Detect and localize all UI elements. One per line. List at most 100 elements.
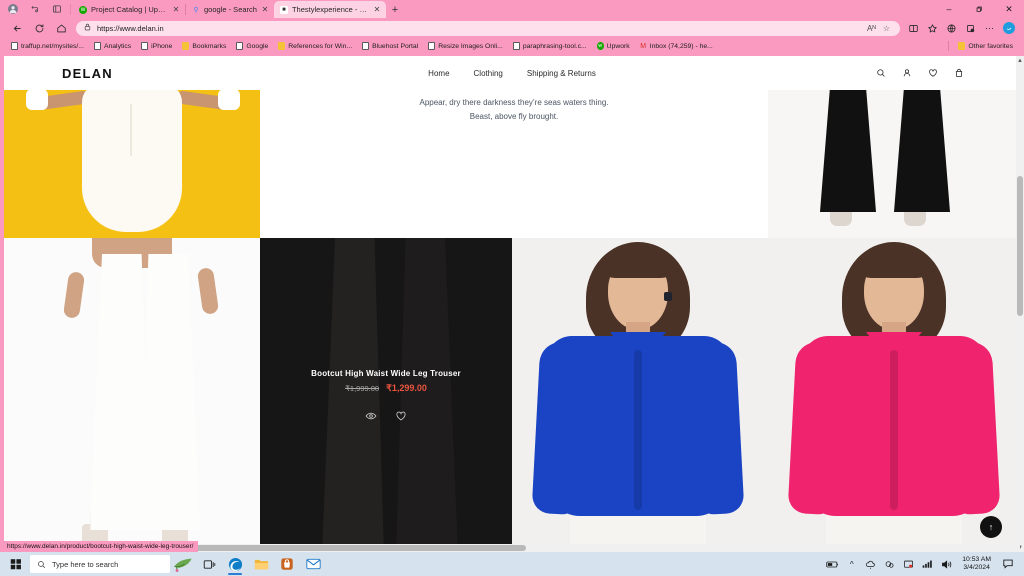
extensions-icon[interactable] (961, 20, 980, 37)
bookmark-iphone[interactable]: iPhone (136, 42, 177, 50)
price-original: ₹1,999.00 (345, 383, 380, 393)
eye-icon[interactable] (365, 410, 377, 422)
cloud-sync-icon[interactable] (883, 557, 896, 571)
store-icon[interactable] (274, 552, 300, 576)
edge-icon[interactable] (222, 552, 248, 576)
browser-essentials-icon[interactable] (942, 20, 961, 37)
maximize-button[interactable] (966, 0, 992, 18)
tab-strip: w Project Catalog | Upwork ✕ ⚲ google - … (0, 0, 1024, 18)
network-icon[interactable] (921, 557, 934, 571)
vertical-scrollbar-thumb[interactable] (1017, 176, 1023, 316)
blouse-button-placket (890, 350, 898, 510)
bookmark-inbox-gmail[interactable]: M Inbox (74,259) - he... (635, 42, 718, 50)
nav-item-shipping-returns[interactable]: Shipping & Returns (527, 69, 596, 78)
product-card-bootcut-trouser[interactable]: Bootcut High Waist Wide Leg Trouser ₹1,9… (260, 238, 512, 552)
close-button[interactable]: ✕ (996, 0, 1022, 18)
mail-icon[interactable] (300, 552, 326, 576)
trouser-leg-right (140, 254, 200, 530)
navigation-toolbar: https://www.delan.in Aᴺ ☆ ⋯ (0, 18, 1024, 38)
model-hair-front (860, 248, 928, 278)
new-tab-button[interactable]: + (386, 1, 404, 18)
product-hover-overlay: Bootcut High Waist Wide Leg Trouser ₹1,9… (260, 238, 512, 552)
url-text[interactable]: https://www.delan.in (97, 24, 861, 33)
bookmark-other-favorites[interactable]: Other favorites (953, 42, 1018, 50)
window-controls: – ✕ (934, 0, 1024, 18)
search-icon: ⚲ (193, 6, 199, 14)
grid-image-white-trousers[interactable] (4, 238, 260, 552)
battery-charging-icon[interactable] (826, 557, 839, 571)
bookmark-paraphrasing-tool[interactable]: paraphrasing-tool.c... (508, 42, 592, 50)
scroll-up-arrow-icon[interactable]: ▲ (1016, 56, 1024, 65)
grid-image-black-trousers[interactable] (768, 90, 1020, 238)
task-view-icon[interactable] (196, 552, 222, 576)
search-icon[interactable] (875, 68, 886, 79)
trouser-leg-left (820, 90, 876, 212)
profile-avatar-icon[interactable] (2, 0, 24, 18)
nav-item-home[interactable]: Home (428, 69, 449, 78)
home-icon[interactable] (50, 20, 72, 37)
bookmark-references-folder[interactable]: References for Win... (273, 42, 357, 50)
bookmark-label: Resize Images Onli... (438, 42, 503, 50)
collections-icon[interactable] (923, 20, 942, 37)
grid-image-yellow-dress[interactable] (4, 90, 260, 238)
tab-actions-icon[interactable] (46, 0, 68, 18)
taskbar-search-box[interactable]: Type here to search (30, 555, 170, 573)
tab-thestylexperience-delan[interactable]: ■ Thestylexperience - Delan ✕ (273, 1, 386, 18)
tab-project-catalog[interactable]: w Project Catalog | Upwork ✕ (73, 1, 185, 18)
shoe-right (904, 210, 926, 226)
bookmark-label: Upwork (606, 42, 630, 50)
site-logo[interactable]: DELAN (62, 66, 113, 81)
back-icon[interactable] (6, 20, 28, 37)
price-sale: ₹1,299.00 (386, 382, 427, 393)
page-vertical-scrollbar[interactable]: ▲ ▼ (1016, 56, 1024, 552)
workspaces-icon[interactable] (24, 0, 46, 18)
show-hidden-icons-chevron[interactable]: ^ (845, 557, 858, 571)
grid-blurb-panel: Appear, dry there darkness they’re seas … (260, 90, 768, 238)
product-title[interactable]: Bootcut High Waist Wide Leg Trouser (311, 369, 461, 378)
settings-more-icon[interactable]: ⋯ (980, 20, 999, 37)
address-bar[interactable]: https://www.delan.in Aᴺ ☆ (76, 20, 900, 36)
display-icon[interactable] (902, 557, 915, 571)
cart-bag-icon[interactable] (953, 68, 964, 79)
bookmark-label: References for Win... (288, 42, 353, 50)
copilot-icon[interactable] (999, 20, 1018, 37)
clock-date: 3/4/2024 (963, 564, 990, 571)
tab-google-search[interactable]: ⚲ google - Search ✕ (186, 1, 274, 18)
split-screen-icon[interactable] (904, 20, 923, 37)
bookmark-label: Analytics (103, 42, 132, 50)
volume-icon[interactable] (940, 557, 953, 571)
page-viewport: DELAN Home Clothing Shipping & Returns A… (4, 56, 1020, 552)
scroll-to-top-button[interactable]: ↑ (980, 516, 1002, 538)
cortana-mascot-icon (170, 552, 196, 576)
tab-close-icon[interactable]: ✕ (172, 5, 180, 14)
refresh-icon[interactable] (28, 20, 50, 37)
product-grid: Appear, dry there darkness they’re seas … (4, 90, 1020, 552)
tab-close-icon[interactable]: ✕ (373, 5, 381, 14)
bookmark-google[interactable]: Google (231, 42, 273, 50)
file-explorer-icon[interactable] (248, 552, 274, 576)
bookmark-traffup[interactable]: traffup.net/mysites/... (6, 42, 89, 50)
bookmark-label: Bookmarks (192, 42, 227, 50)
grid-image-blue-blouse[interactable] (512, 238, 768, 552)
bookmark-upwork[interactable]: w Upwork (592, 42, 635, 50)
read-aloud-icon[interactable]: Aᴺ (867, 24, 876, 33)
trouser-leg-right (894, 90, 950, 212)
tab-close-icon[interactable]: ✕ (261, 5, 269, 14)
minimize-button[interactable]: – (936, 0, 962, 18)
notifications-icon[interactable] (1000, 556, 1016, 572)
bookmark-bluehost-portal[interactable]: Bluehost Portal (357, 42, 423, 50)
add-favorite-star-icon[interactable]: ☆ (883, 24, 890, 33)
account-icon[interactable] (901, 68, 912, 79)
nav-item-clothing[interactable]: Clothing (474, 69, 503, 78)
bookmark-label: Google (246, 42, 269, 50)
omnibox-icons: Aᴺ ☆ (867, 24, 892, 33)
taskbar-clock[interactable]: 10:53 AM 3/4/2024 (959, 556, 994, 573)
heart-icon[interactable] (395, 410, 407, 422)
bookmark-resize-images[interactable]: Resize Images Onli... (423, 42, 508, 50)
grid-image-pink-blouse[interactable] (768, 238, 1020, 552)
wishlist-heart-icon[interactable] (927, 68, 938, 79)
bookmark-bookmarks-folder[interactable]: Bookmarks (177, 42, 231, 50)
start-button[interactable] (4, 552, 28, 576)
bookmark-analytics[interactable]: Analytics (89, 42, 136, 50)
onedrive-icon[interactable] (864, 557, 877, 571)
